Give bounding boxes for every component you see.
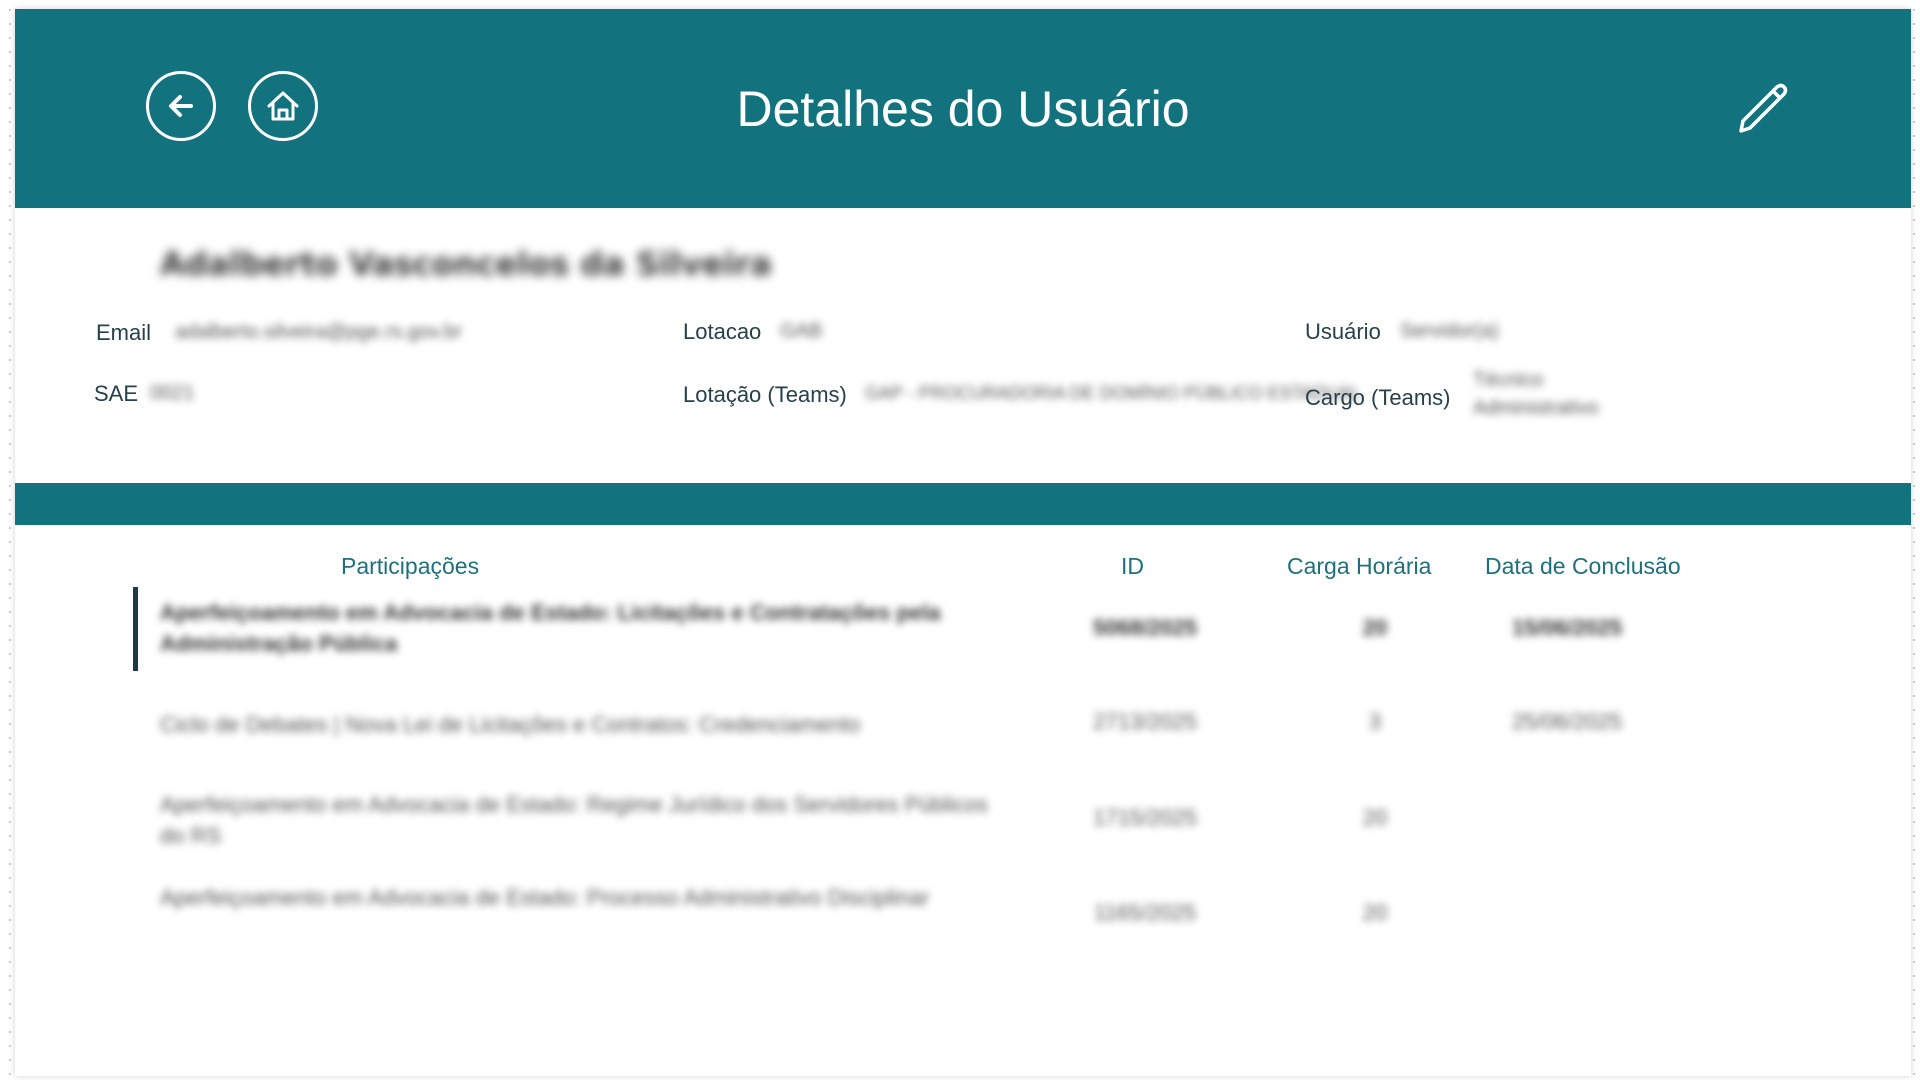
cargo-teams-value-line2: Administrativo — [1473, 397, 1599, 419]
edit-button[interactable] — [1723, 71, 1799, 147]
lotacao-teams-value: GAP - PROCURADORIA DE DOMÍNIO PÚBLICO ES… — [865, 383, 1362, 403]
row-4-id: 1165/2025 — [1093, 900, 1197, 925]
section-divider — [15, 483, 1911, 525]
row-3-carga: 20 — [1362, 805, 1388, 830]
user-details-screen: Detalhes do Usuário Adalberto Vasconcelo… — [15, 9, 1911, 1076]
page-title: Detalhes do Usuário — [736, 81, 1190, 137]
row-2-title[interactable]: Ciclo de Debates | Nova Lei de Licitaçõe… — [160, 709, 990, 740]
row-1-data: 15/06/2025 — [1512, 615, 1623, 640]
header-bar: Detalhes do Usuário — [15, 9, 1911, 208]
col-header-id: ID — [1121, 553, 1144, 579]
cargo-teams-label: Cargo (Teams) — [1305, 385, 1451, 410]
row-4-title[interactable]: Aperfeiçoamento em Advocacia de Estado: … — [160, 882, 990, 913]
selected-row-indicator — [133, 587, 138, 671]
row-1-title[interactable]: Aperfeiçoamento em Advocacia de Estado: … — [160, 597, 990, 659]
usuario-label: Usuário — [1305, 319, 1381, 344]
row-2-carga: 3 — [1368, 709, 1382, 734]
pencil-icon — [1739, 83, 1788, 133]
email-label: Email — [96, 320, 152, 345]
row-4-carga: 20 — [1362, 900, 1388, 925]
row-3-title[interactable]: Aperfeiçoamento em Advocacia de Estado: … — [160, 789, 990, 851]
lotacao-teams-label: Lotação (Teams) — [683, 382, 847, 407]
row-2-data: 25/06/2025 — [1512, 709, 1623, 734]
col-header-data-conclusao: Data de Conclusão — [1485, 553, 1681, 579]
lotacao-label: Lotacao — [683, 319, 762, 344]
sae-label: SAE — [94, 381, 139, 406]
row-2-id: 2713/2025 — [1093, 709, 1197, 734]
lotacao-value: GAB — [780, 320, 823, 342]
sae-value: 0021 — [150, 382, 195, 404]
usuario-value: Servidor(a) — [1400, 320, 1499, 342]
col-header-participacoes: Participações — [341, 553, 480, 579]
row-3-id: 1715/2025 — [1093, 805, 1197, 830]
email-value: adalberto.silveira@pge.rs.gov.br — [175, 321, 462, 343]
row-1-id: 5068/2025 — [1093, 615, 1197, 640]
col-header-carga-horaria: Carga Horária — [1287, 553, 1432, 579]
row-1-carga: 20 — [1362, 615, 1388, 640]
cargo-teams-value-line1: Técnico — [1473, 369, 1544, 391]
user-name: Adalberto Vasconcelos da Silveira — [160, 245, 772, 283]
